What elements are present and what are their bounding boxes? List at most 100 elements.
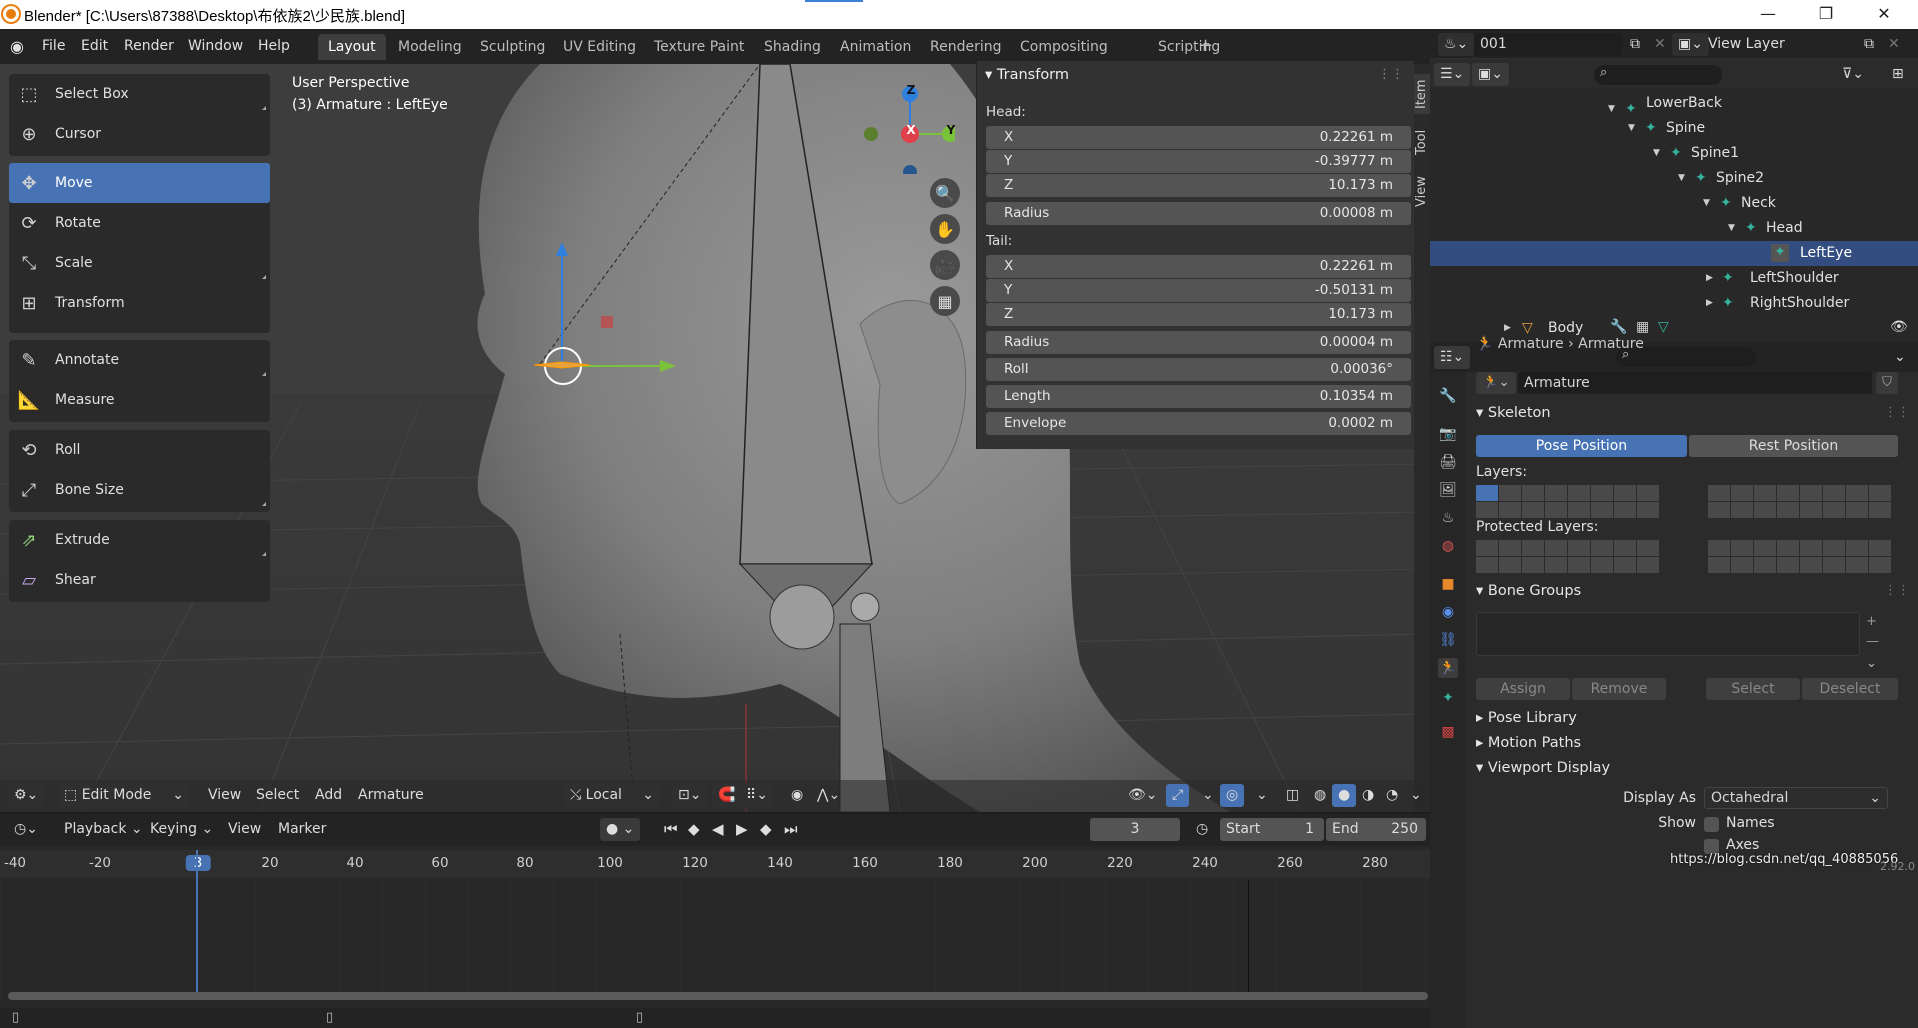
timeline-track-area[interactable]: [0, 850, 1430, 1000]
overlay-toggle-icon[interactable]: ◎: [1220, 784, 1245, 807]
zoom-icon[interactable]: 🔍: [930, 178, 960, 208]
wireframe-shading-icon[interactable]: ◍: [1308, 784, 1332, 807]
outliner-row[interactable]: ▼ ✦ Spine1: [1430, 141, 1918, 166]
tool-bone-size[interactable]: ⤢ Bone Size: [9, 470, 270, 510]
layer-grid-right[interactable]: [1708, 485, 1891, 518]
chevron-down-icon[interactable]: ⌄: [1196, 784, 1220, 807]
delete-scene-icon[interactable]: ✕: [1648, 33, 1672, 56]
menu-marker[interactable]: Marker: [272, 818, 332, 841]
outliner-row[interactable]: ▶ ✦ LeftShoulder: [1430, 266, 1918, 291]
protected-grid-right[interactable]: [1708, 540, 1891, 573]
snap-target-icon[interactable]: ⠿⌄: [740, 784, 774, 807]
tab-shading[interactable]: Shading: [754, 34, 831, 60]
names-checkbox[interactable]: [1704, 817, 1719, 832]
menu-select[interactable]: Select: [250, 784, 305, 807]
bone-groups-list[interactable]: [1476, 612, 1860, 656]
gizmo-toggle-icon[interactable]: ⤢: [1166, 784, 1190, 807]
play-icon[interactable]: ▶: [730, 818, 754, 841]
eye-icon[interactable]: 👁: [1890, 319, 1908, 335]
transform-panel-header[interactable]: ▾ Transform: [985, 67, 1069, 83]
camera-icon[interactable]: 🎥: [930, 250, 960, 280]
drag-handle-icon[interactable]: ⋮⋮: [1884, 583, 1910, 598]
falloff-icon[interactable]: ⋀⌄: [811, 784, 846, 807]
drag-handle-icon[interactable]: ⋮⋮: [1884, 405, 1910, 420]
new-view-layer-icon[interactable]: ⧉: [1858, 33, 1880, 56]
tool-roll[interactable]: ⟲ Roll: [9, 430, 270, 470]
orientation-dropdown[interactable]: ⤯ Local ⌄: [564, 784, 660, 807]
outliner-row[interactable]: ▼ ✦ Neck: [1430, 191, 1918, 216]
head-x-field[interactable]: X 0.22261 m: [986, 126, 1411, 149]
delete-view-layer-icon[interactable]: ✕: [1882, 33, 1906, 56]
maximize-button[interactable]: ❐: [1803, 2, 1849, 26]
tail-radius-field[interactable]: Radius 0.00004 m: [986, 331, 1411, 354]
visibility-icon[interactable]: 👁⌄: [1122, 784, 1164, 807]
tab-scripting[interactable]: Scripting: [1148, 34, 1230, 60]
tab-uv-editing[interactable]: UV Editing: [553, 34, 646, 60]
scene-name-field[interactable]: 001: [1474, 33, 1622, 56]
deselect-button[interactable]: Deselect: [1802, 678, 1898, 700]
chevron-down-icon[interactable]: ⌄: [1404, 784, 1428, 807]
filter-view-icon[interactable]: ▣⌄: [1472, 63, 1509, 86]
object-tab-icon[interactable]: ■: [1438, 574, 1458, 594]
menu-window[interactable]: Window: [188, 35, 243, 57]
record-icon[interactable]: ● ⌄: [600, 818, 641, 841]
chevron-down-icon[interactable]: ⌄: [1250, 784, 1274, 807]
pose-position-button[interactable]: Pose Position: [1476, 435, 1687, 457]
skeleton-header[interactable]: ▾ Skeleton: [1476, 405, 1551, 421]
rendered-shading-icon[interactable]: ◔: [1380, 784, 1404, 807]
frame-ruler[interactable]: -40 -20 3 20 40 60 80 100 120 140 160 18…: [0, 850, 1430, 878]
current-frame-marker[interactable]: 3: [185, 855, 211, 871]
start-frame-field[interactable]: Start 1: [1220, 818, 1324, 841]
scene-selector-icon[interactable]: ♨⌄: [1438, 33, 1475, 56]
constraints-tab-icon[interactable]: ⛓: [1438, 630, 1458, 650]
play-reverse-icon[interactable]: ◀: [706, 818, 730, 841]
rest-position-button[interactable]: Rest Position: [1689, 435, 1898, 457]
properties-editor-type-icon[interactable]: ☷⌄: [1434, 346, 1471, 369]
prev-keyframe-icon[interactable]: ◆: [682, 818, 706, 841]
tail-y-field[interactable]: Y -0.50131 m: [986, 279, 1411, 302]
outliner-search-input[interactable]: ⌕: [1594, 65, 1722, 85]
view-layer-field[interactable]: View Layer: [1702, 33, 1854, 56]
length-field[interactable]: Length 0.10354 m: [986, 385, 1411, 408]
current-frame-field[interactable]: 3: [1090, 818, 1180, 841]
bone-groups-header[interactable]: ▾ Bone Groups: [1476, 583, 1581, 599]
assign-button[interactable]: Assign: [1476, 678, 1570, 700]
menu-armature[interactable]: Armature: [352, 784, 430, 807]
outliner-row[interactable]: ▼ ✦ Spine2: [1430, 166, 1918, 191]
chevron-down-icon[interactable]: ⌄: [1866, 656, 1877, 671]
display-as-dropdown[interactable]: Octahedral ⌄: [1704, 787, 1888, 809]
tail-x-field[interactable]: X 0.22261 m: [986, 255, 1411, 278]
view-layer-tab-icon[interactable]: 🖼: [1438, 480, 1458, 500]
menu-file[interactable]: File: [42, 35, 65, 57]
tool-tab-icon[interactable]: 🔧: [1438, 386, 1458, 406]
menu-render[interactable]: Render: [124, 35, 174, 57]
add-workspace-icon[interactable]: +: [1198, 35, 1213, 56]
tool-measure[interactable]: 📐 Measure: [9, 380, 270, 420]
armature-data-tab-icon[interactable]: 🏃: [1438, 658, 1458, 678]
armature-name-field[interactable]: Armature: [1518, 372, 1872, 394]
mode-dropdown[interactable]: ⬚ Edit Mode ⌄: [58, 784, 190, 807]
filter-icon[interactable]: ⊽⌄: [1836, 63, 1870, 86]
tool-shear[interactable]: ▱ Shear: [9, 560, 270, 600]
menu-help[interactable]: Help: [258, 35, 290, 57]
tab-layout[interactable]: Layout: [318, 34, 386, 60]
solid-shading-icon[interactable]: ●: [1332, 784, 1357, 807]
outliner-row-selected[interactable]: ✦ LeftEye: [1430, 241, 1918, 266]
scene-tab-icon[interactable]: ♨: [1438, 508, 1458, 528]
menu-view[interactable]: View: [202, 784, 247, 807]
pivot-icon[interactable]: ⊡⌄: [672, 784, 708, 807]
outliner-row[interactable]: ▼ ✦ Spine: [1430, 116, 1918, 141]
tool-rotate[interactable]: ⟳ Rotate: [9, 203, 270, 243]
tab-view[interactable]: View: [1414, 172, 1430, 212]
render-tab-icon[interactable]: 📷: [1438, 424, 1458, 444]
bone-tab-icon[interactable]: ✦: [1438, 688, 1458, 708]
snap-icon[interactable]: 🧲: [712, 784, 742, 807]
output-tab-icon[interactable]: 🖨: [1438, 452, 1458, 472]
remove-icon[interactable]: —: [1866, 634, 1879, 649]
clock-icon[interactable]: ◷⌄: [8, 818, 44, 841]
tab-animation[interactable]: Animation: [830, 34, 921, 60]
xray-icon[interactable]: ◫: [1280, 784, 1305, 807]
physics-tab-icon[interactable]: ◉: [1438, 602, 1458, 622]
tool-extrude[interactable]: ⇗ Extrude: [9, 520, 270, 560]
envelope-field[interactable]: Envelope 0.0002 m: [986, 412, 1411, 435]
